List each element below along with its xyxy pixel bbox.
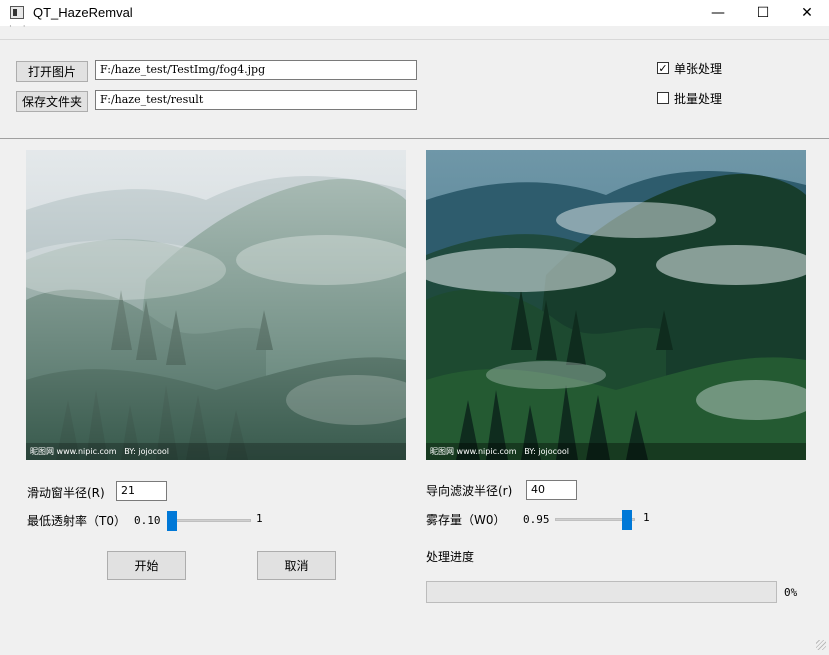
minimize-button[interactable]: — — [695, 0, 741, 26]
guided-radius-input[interactable]: 40 — [526, 480, 577, 500]
save-folder-button[interactable]: 保存文件夹 — [16, 91, 88, 112]
input-image: 昵图网 www.nipic.com BY: jojocool — [26, 150, 406, 460]
progress-bar — [426, 581, 777, 603]
fog-keep-max: 1 — [643, 511, 650, 524]
input-watermark: 昵图网 www.nipic.com BY: jojocool — [30, 447, 170, 456]
window-radius-label: 滑动窗半径(R) — [27, 486, 105, 500]
menu-strip: · · — [0, 22, 829, 40]
resize-grip[interactable] — [816, 640, 826, 650]
output-image-landscape — [426, 150, 806, 460]
section-divider — [0, 138, 829, 139]
progress-percent: 0% — [784, 586, 798, 599]
start-button[interactable]: 开始 — [107, 551, 186, 580]
window-radius-input[interactable]: 21 — [116, 481, 167, 501]
save-path-input[interactable]: F:/haze_test/result — [95, 90, 417, 110]
window-title: QT_HazeRemval — [33, 5, 133, 20]
batch-mode-label: 批量处理 — [674, 92, 723, 106]
toolbar-handle: · · — [9, 22, 30, 32]
single-mode-checkbox[interactable]: ✓ — [657, 62, 669, 74]
min-transmission-slider[interactable] — [167, 519, 251, 522]
maximize-button[interactable]: ☐ — [740, 0, 786, 26]
output-watermark: 昵图网 www.nipic.com BY: jojocool — [430, 447, 570, 456]
output-image: 昵图网 www.nipic.com BY: jojocool — [426, 150, 806, 460]
open-path-input[interactable]: F:/haze_test/TestImg/fog4.jpg — [95, 60, 417, 80]
min-transmission-value: 0.10 — [134, 514, 161, 527]
fog-keep-value: 0.95 — [523, 513, 550, 526]
cancel-button[interactable]: 取消 — [257, 551, 336, 580]
fog-keep-slider-thumb[interactable] — [621, 510, 632, 530]
min-transmission-label: 最低透射率（T0） — [27, 514, 126, 528]
app-icon — [10, 6, 24, 19]
fog-keep-label: 雾存量（W0） — [426, 513, 506, 527]
input-image-landscape — [26, 150, 406, 460]
min-transmission-max: 1 — [256, 512, 263, 525]
batch-mode-checkbox[interactable] — [657, 92, 669, 104]
guided-radius-label: 导向滤波半径(r) — [426, 484, 513, 498]
single-mode-label: 单张处理 — [674, 62, 723, 76]
progress-label: 处理进度 — [426, 550, 475, 564]
min-transmission-slider-thumb[interactable] — [167, 511, 177, 531]
close-button[interactable]: ✕ — [784, 0, 829, 26]
open-image-button[interactable]: 打开图片 — [16, 61, 88, 82]
